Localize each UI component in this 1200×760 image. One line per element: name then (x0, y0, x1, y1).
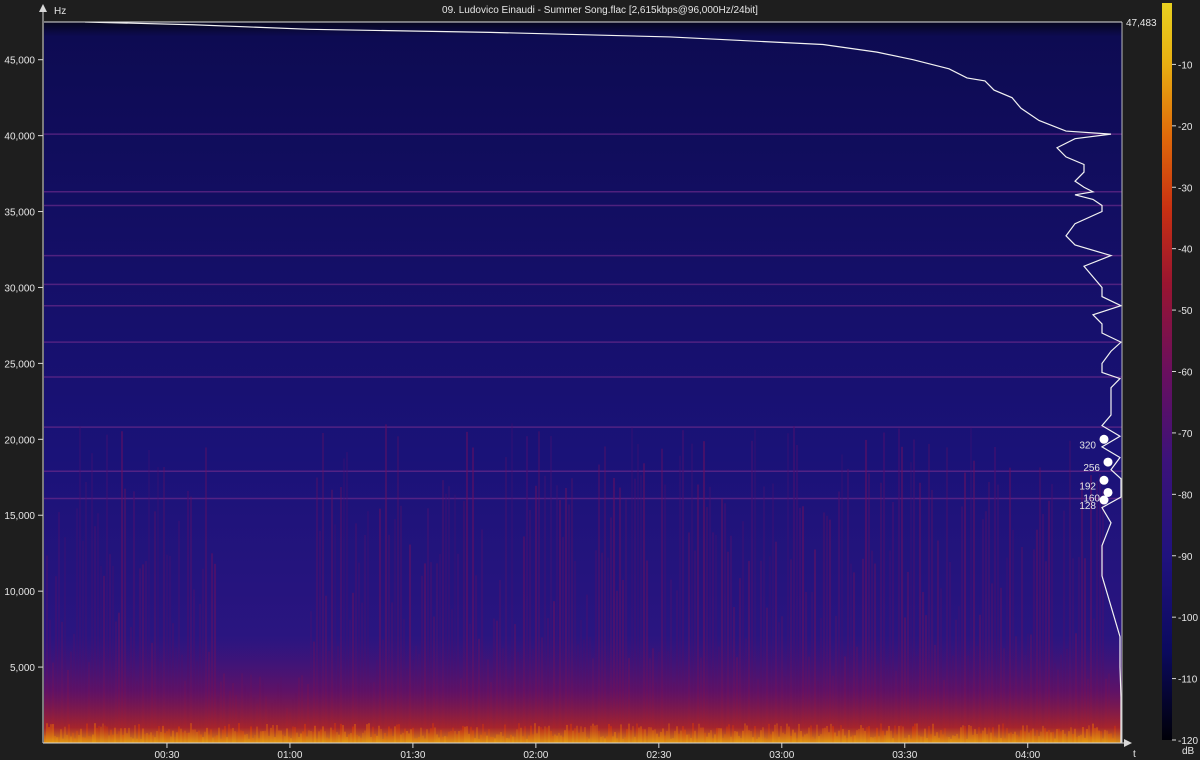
x-tick-label: 04:00 (1015, 750, 1040, 760)
x-axis-ticks: 00:30 01:00 01:30 02:00 02:30 03:00 03:30 04:00 (154, 743, 1041, 760)
plot-area (44, 22, 1122, 743)
y-tick-label: 40,000 (4, 132, 35, 143)
max-frequency-label: 47,483 (1126, 18, 1157, 29)
colorbar-tick-label: -70 (1178, 429, 1193, 440)
bitrate-marker-dot (1099, 434, 1109, 444)
y-tick-label: 30,000 (4, 283, 35, 294)
y-axis-ticks: 5,000 10,000 15,000 20,000 25,000 30,000 35,00… (4, 56, 43, 674)
y-tick-label: 25,000 (4, 359, 35, 370)
y-tick-label: 5,000 (10, 663, 35, 674)
colorbar-tick-label: -100 (1178, 613, 1198, 624)
colorbar-tick-label: -10 (1178, 60, 1193, 71)
spectrogram-chart[interactable]: 09. Ludovico Einaudi - Summer Song.flac … (0, 0, 1200, 760)
colorbar-tick-label: -110 (1178, 675, 1198, 686)
colorbar-tick-label: -30 (1178, 183, 1193, 194)
bitrate-marker-dot (1099, 475, 1109, 485)
colorbar-tick-label: -50 (1178, 306, 1193, 317)
y-tick-label: 35,000 (4, 208, 35, 219)
colorbar-unit: dB (1182, 746, 1195, 757)
x-tick-label: 03:30 (892, 750, 917, 760)
x-tick-label: 03:00 (769, 750, 794, 760)
y-tick-label: 15,000 (4, 511, 35, 522)
spectrogram-window: 09. Ludovico Einaudi - Summer Song.flac … (0, 0, 1200, 760)
colorbar-ticks: -10-20-30-40-50-60-70-80-90-100-110-120 (1172, 60, 1198, 747)
y-tick-label: 45,000 (4, 56, 35, 67)
x-tick-label: 00:30 (154, 750, 179, 760)
colorbar-tick-label: -60 (1178, 368, 1193, 379)
colorbar-tick-label: -40 (1178, 245, 1193, 256)
y-axis-arrow-icon (39, 4, 47, 12)
y-tick-label: 20,000 (4, 435, 35, 446)
x-tick-label: 01:00 (277, 750, 302, 760)
bitrate-marker-label: 128 (1079, 501, 1096, 512)
x-tick-label: 01:30 (400, 750, 425, 760)
x-axis-arrow-icon (1124, 739, 1132, 747)
y-axis-unit: Hz (54, 6, 66, 17)
x-tick-label: 02:30 (646, 750, 671, 760)
bitrate-marker-dot (1103, 457, 1113, 467)
bitrate-marker-dot (1099, 495, 1109, 505)
x-axis-unit: t (1133, 749, 1136, 760)
bitrate-marker-label: 256 (1083, 463, 1100, 474)
colorbar (1162, 3, 1172, 740)
colorbar-tick-label: -80 (1178, 490, 1193, 501)
bitrate-marker-label: 320 (1079, 440, 1096, 451)
colorbar-tick-label: -20 (1178, 122, 1193, 133)
y-tick-label: 10,000 (4, 587, 35, 598)
bitrate-marker-dot (1103, 487, 1113, 497)
low-frequency-energy (44, 640, 1122, 743)
bitrate-marker-label: 192 (1079, 481, 1096, 492)
colorbar-tick-label: -90 (1178, 552, 1193, 563)
x-tick-label: 02:00 (523, 750, 548, 760)
window-title: 09. Ludovico Einaudi - Summer Song.flac … (442, 5, 758, 16)
